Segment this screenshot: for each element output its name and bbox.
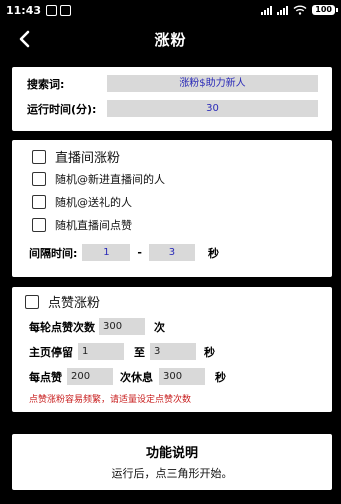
interval-unit: 秒 [207, 246, 219, 260]
notification-icons [46, 4, 72, 16]
interval-max-input[interactable]: 3 [148, 244, 195, 261]
option-row-gift-senders[interactable]: 随机@送礼的人 [32, 194, 132, 210]
title-bar: 涨粉 [0, 22, 341, 56]
back-arrow-icon [19, 30, 30, 48]
wifi-icon [293, 5, 307, 15]
random-like-label: 随机直播间点赞 [55, 219, 132, 232]
warning-row: 点赞涨粉容易频繁，请适量设定点赞次数 [29, 392, 191, 405]
per-round-label: 每轮点赞次数 [29, 320, 95, 334]
settings-card: 搜索词: 涨粉$助力新人 运行时间(分): 30 [12, 67, 332, 131]
live-follow-toggle[interactable]: 直播间涨粉 [32, 147, 120, 166]
signal-icon [261, 5, 273, 15]
per-round-row: 每轮点赞次数 300 次 [29, 318, 165, 335]
function-title: 功能说明 [145, 446, 198, 461]
option-row-random-like[interactable]: 随机直播间点赞 [32, 217, 132, 233]
rest-row: 每点赞 200 次休息 300 秒 [29, 368, 226, 385]
like-follow-title: 点赞涨粉 [48, 296, 101, 311]
keyword-input[interactable]: 涨粉$助力新人 [107, 75, 318, 92]
gift-senders-label: 随机@送礼的人 [55, 196, 132, 209]
runtime-label: 运行时间(分): [27, 102, 97, 116]
status-right: 100 [261, 5, 338, 15]
like-follow-toggle[interactable]: 点赞涨粉 [25, 292, 100, 311]
live-follow-title: 直播间涨粉 [55, 151, 121, 166]
back-button[interactable] [14, 27, 36, 51]
stay-label: 主页停留 [29, 345, 73, 359]
stay-min-input[interactable]: 1 [78, 343, 124, 360]
keyword-label: 搜索词: [27, 77, 65, 91]
rest-input[interactable]: 300 [159, 368, 205, 385]
like-follow-card: 点赞涨粉 每轮点赞次数 300 次 主页停留 1 至 3 秒 每点赞 200 次… [12, 287, 332, 412]
new-viewers-checkbox[interactable] [32, 172, 46, 186]
keyword-row: 搜索词: 涨粉$助力新人 [27, 75, 318, 92]
gift-senders-checkbox[interactable] [32, 195, 46, 209]
live-follow-card: 直播间涨粉 随机@新进直播间的人 随机@送礼的人 随机直播间点赞 间隔时间: 1… [12, 140, 332, 277]
function-description: 运行后，点三角形开始。 [111, 467, 233, 480]
per-round-unit: 次 [154, 320, 165, 334]
like-follow-checkbox[interactable] [25, 294, 39, 309]
app-icon [60, 4, 72, 16]
status-bar: 11:43 100 [0, 0, 341, 20]
interval-min-input[interactable]: 1 [82, 244, 131, 261]
every-like-label: 每点赞 [29, 370, 62, 384]
battery-icon: 100 [312, 5, 338, 15]
per-round-input[interactable]: 300 [99, 318, 145, 335]
rest-unit: 秒 [215, 370, 226, 384]
interval-dash: - [137, 246, 142, 259]
runtime-input[interactable]: 30 [107, 100, 318, 117]
stay-to-label: 至 [134, 345, 145, 359]
app-icon [46, 4, 58, 16]
every-like-input[interactable]: 200 [67, 368, 113, 385]
signal-icon [277, 5, 289, 15]
interval-label: 间隔时间: [29, 246, 78, 260]
runtime-row: 运行时间(分): 30 [27, 100, 318, 117]
stay-max-input[interactable]: 3 [150, 343, 196, 360]
option-row-new-viewers[interactable]: 随机@新进直播间的人 [32, 171, 165, 187]
like-warning-text: 点赞涨粉容易频繁，请适量设定点赞次数 [29, 395, 192, 405]
random-like-checkbox[interactable] [32, 218, 46, 232]
function-card: 功能说明 运行后，点三角形开始。 [12, 434, 332, 490]
page-title: 涨粉 [154, 30, 187, 49]
rest-label: 次休息 [120, 370, 153, 384]
new-viewers-label: 随机@新进直播间的人 [55, 173, 165, 186]
live-follow-checkbox[interactable] [32, 149, 46, 164]
stay-unit: 秒 [204, 345, 215, 359]
status-time: 11:43 [6, 3, 42, 17]
interval-row: 间隔时间: 1 - 3 秒 [29, 244, 219, 261]
stay-row: 主页停留 1 至 3 秒 [29, 343, 215, 360]
